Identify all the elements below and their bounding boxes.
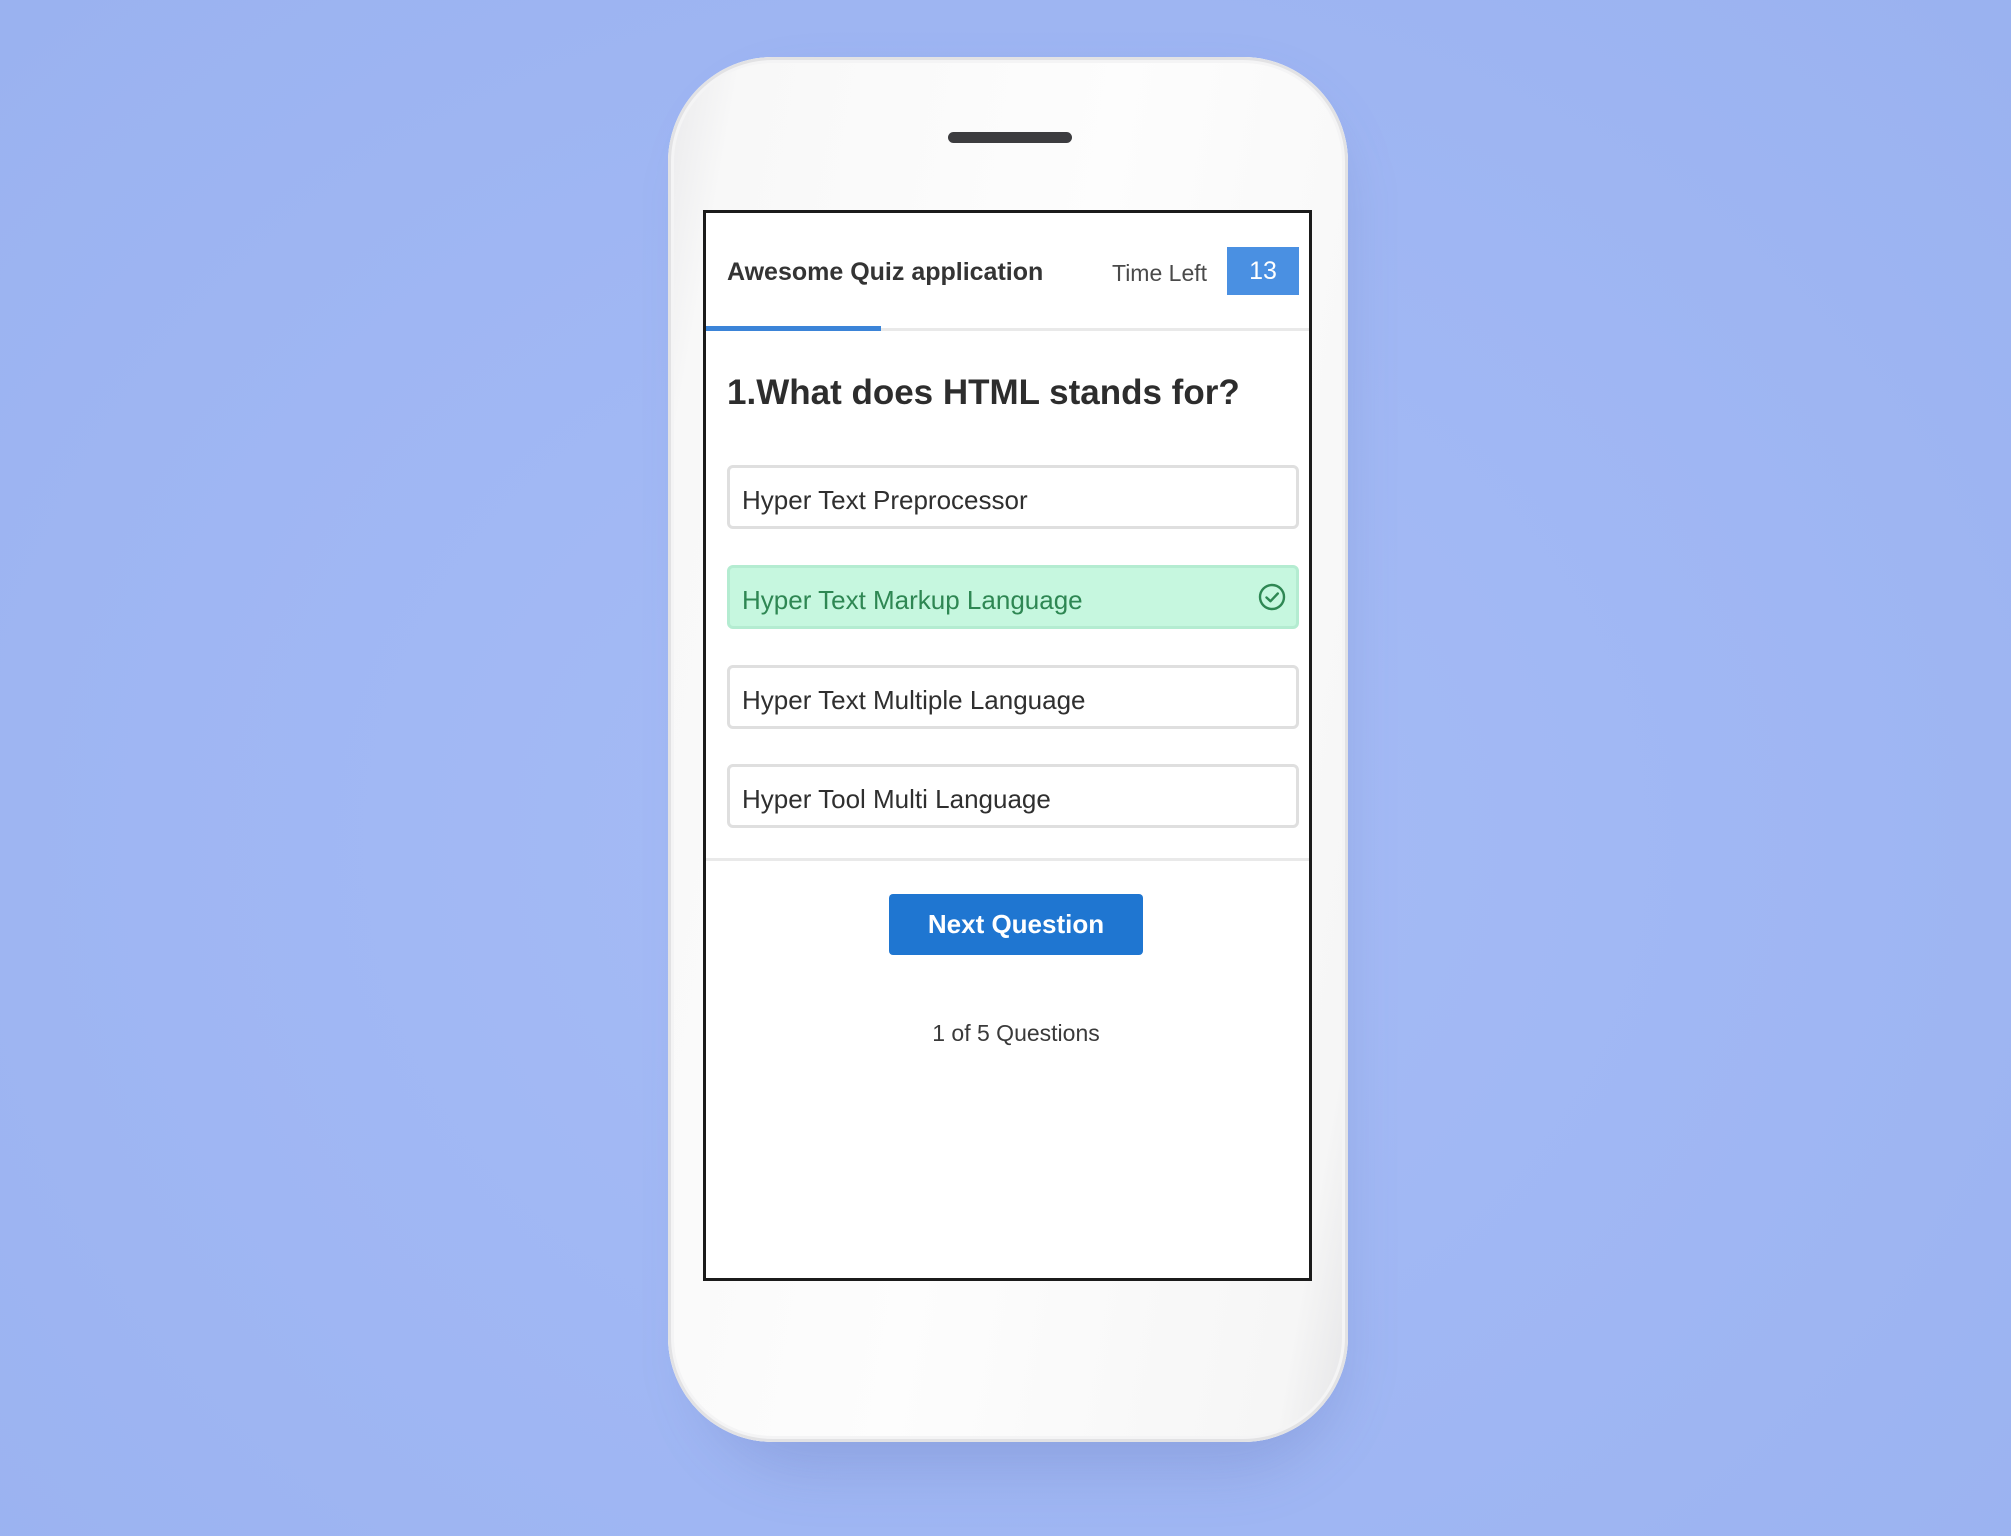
question-text: 1.What does HTML stands for? — [727, 373, 1240, 412]
quiz-footer-divider — [706, 858, 1309, 861]
option-3[interactable]: Hyper Text Multiple Language — [727, 665, 1299, 729]
option-1[interactable]: Hyper Text Preprocessor — [727, 465, 1299, 529]
app-title: Awesome Quiz application — [727, 258, 1044, 286]
option-label: Hyper Text Multiple Language — [742, 685, 1086, 715]
option-label: Hyper Text Preprocessor — [742, 485, 1028, 515]
phone-speaker — [948, 132, 1072, 143]
option-label: Hyper Tool Multi Language — [742, 784, 1051, 814]
option-2-correct[interactable]: Hyper Text Markup Language — [727, 565, 1299, 629]
check-circle-icon — [1258, 583, 1286, 611]
next-question-button[interactable]: Next Question — [889, 894, 1143, 955]
time-left-label: Time Left — [1112, 260, 1208, 286]
option-4[interactable]: Hyper Tool Multi Language — [727, 764, 1299, 828]
time-progress-bar — [706, 326, 881, 331]
quiz-header: Awesome Quiz application Time Left 13 — [706, 213, 1309, 331]
question-count: 1 of 5 Questions — [932, 1020, 1100, 1046]
option-label: Hyper Text Markup Language — [742, 585, 1083, 615]
quiz-screen: Awesome Quiz application Time Left 13 1.… — [703, 210, 1312, 1281]
timer-counter: 13 — [1227, 247, 1299, 295]
